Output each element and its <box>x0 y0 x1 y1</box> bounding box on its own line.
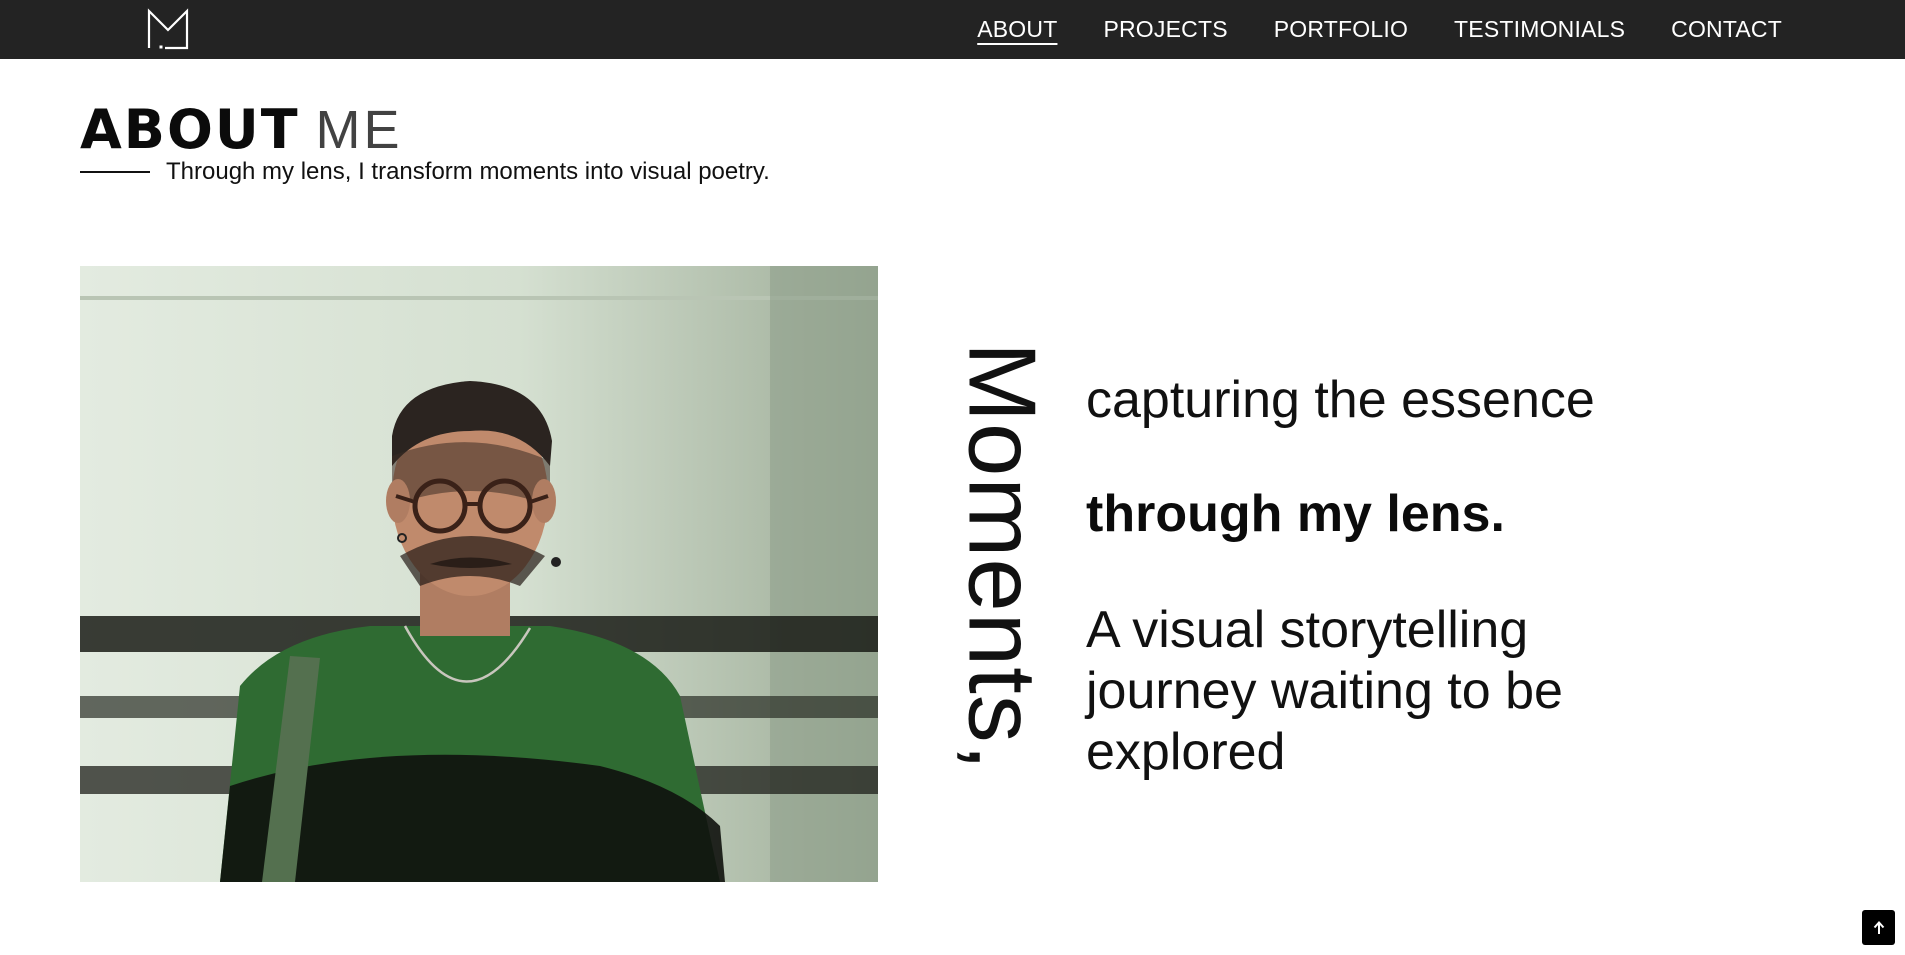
main-nav: ABOUT PROJECTS PORTFOLIO TESTIMONIALS CO… <box>977 0 1782 59</box>
feature-line-3: A visual storytelling journey waiting to… <box>1086 601 1563 781</box>
portrait-photo <box>80 266 878 882</box>
page-title: ABOUT ME <box>80 98 403 161</box>
logo-icon[interactable] <box>146 8 190 50</box>
nav-link-testimonials[interactable]: TESTIMONIALS <box>1454 16 1625 43</box>
vertical-word-text: Moments, <box>948 342 1056 772</box>
nav-link-contact[interactable]: CONTACT <box>1671 16 1782 43</box>
page-title-bold: ABOUT <box>80 98 300 161</box>
arrow-up-icon <box>1873 920 1884 934</box>
back-to-top-button[interactable] <box>1862 910 1895 945</box>
tagline-row: Through my lens, I transform moments int… <box>80 157 770 187</box>
tagline-divider <box>80 171 150 173</box>
vertical-word-moments: Moments, <box>948 342 1056 842</box>
page-title-light: ME <box>315 100 403 160</box>
nav-link-portfolio[interactable]: PORTFOLIO <box>1274 16 1408 43</box>
tagline-text: Through my lens, I transform moments int… <box>166 158 770 185</box>
feature-line-2: through my lens. <box>1086 485 1505 543</box>
feature-line-1: capturing the essence <box>1086 371 1595 429</box>
top-navbar: ABOUT PROJECTS PORTFOLIO TESTIMONIALS CO… <box>0 0 1905 59</box>
nav-link-projects[interactable]: PROJECTS <box>1103 16 1227 43</box>
nav-link-about[interactable]: ABOUT <box>977 16 1057 43</box>
